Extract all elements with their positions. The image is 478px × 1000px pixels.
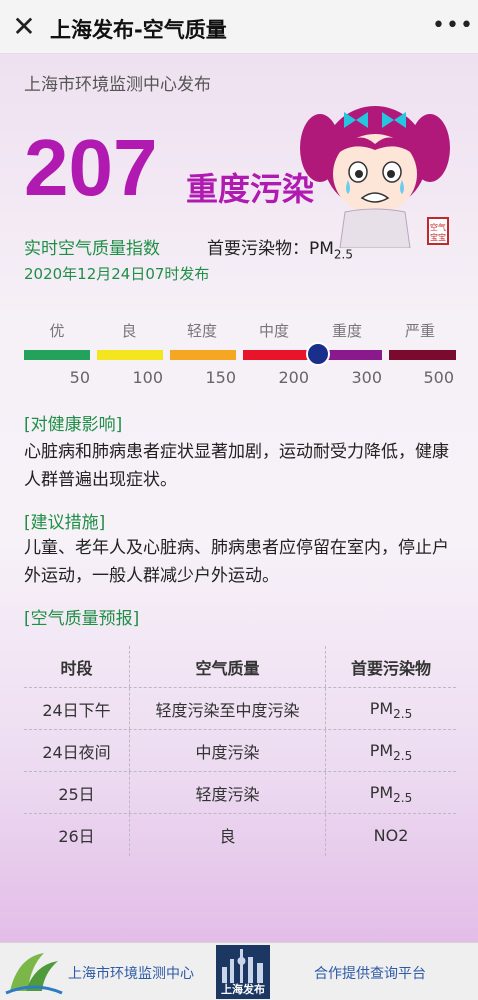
monitoring-center-logo — [5, 953, 63, 995]
pollutant-sub: 2.5 — [393, 748, 413, 763]
scale-segment — [97, 350, 163, 360]
pollutant-sub: 2.5 — [393, 706, 413, 721]
scale-number: 150 — [205, 368, 236, 387]
skyline-icon — [222, 949, 263, 983]
quality-cell: 中度污染 — [130, 730, 326, 771]
table-row: 24日下午 轻度污染至中度污染 PM 2.5 — [24, 688, 456, 730]
aqi-scale-labels: 优 良 轻度 中度 重度 严重 — [24, 320, 456, 344]
scale-label: 良 — [121, 322, 137, 340]
footer-org-name: 上海市环境监测中心 — [68, 966, 194, 982]
quality-cell: 轻度污染至中度污染 — [130, 688, 326, 729]
quality-cell: 轻度污染 — [130, 772, 326, 813]
aqi-level: 重度污染 — [186, 170, 315, 208]
scale-label: 重度 — [331, 322, 362, 340]
table-row: 25日 轻度污染 PM 2.5 — [24, 772, 456, 814]
primary-pollutant-sub: 2.5 — [333, 247, 354, 262]
advice-text: 儿童、老年人及心脏病、肺病患者应停留在室内，停止户外运动，一般人群减少户外运动。 — [24, 538, 449, 586]
scale-number: 50 — [69, 368, 90, 387]
footer-brand-label: 上海发布 — [221, 983, 265, 996]
footer-bar: 上海市环境监测中心 上海发布 合作提供查询平台 — [0, 942, 478, 1000]
forecast-table: 时段 空气质量 首要污染物 24日下午 轻度污染至中度污染 PM 2.5 24日夜… — [24, 646, 456, 856]
realtime-aqi-label: 实时空气质量指数 — [24, 239, 160, 259]
column-header: 空气质量 — [130, 646, 326, 687]
source-line: 上海市环境监测中心发布 — [24, 75, 211, 95]
publish-time: 2020年12月24日07时发布 — [24, 265, 210, 283]
column-header: 时段 — [24, 646, 130, 687]
top-bar: ✕ 上海发布-空气质量 ••• — [0, 0, 478, 54]
air-quality-content: 上海市环境监测中心发布 207 重度污染 空气 宝宝 实时空气质量指数 首要污染 — [0, 54, 478, 942]
more-icon[interactable]: ••• — [432, 12, 473, 40]
pollutant-sub: 2.5 — [393, 790, 413, 805]
scale-number: 500 — [423, 368, 454, 387]
scale-segment — [170, 350, 236, 360]
partner-platform-link[interactable]: 合作提供查询平台 — [314, 963, 426, 983]
aqi-scale-bar — [24, 350, 456, 360]
period-cell: 24日夜间 — [24, 730, 130, 771]
pollutant-name: PM — [369, 741, 394, 760]
shanghai-release-logo[interactable]: 上海发布 — [216, 945, 270, 999]
health-impact-title: [对健康影响] — [24, 415, 123, 435]
scale-label: 中度 — [258, 322, 289, 340]
page-title: 上海发布-空气质量 — [50, 18, 227, 42]
pollutant-cell: PM 2.5 — [326, 688, 456, 729]
svg-text:空气: 空气 — [430, 222, 446, 232]
pollutant-name: PM — [369, 699, 394, 718]
pollutant-name: NO2 — [373, 825, 409, 845]
mascot-image: 空气 宝宝 — [300, 106, 450, 248]
pollutant-cell: PM 2.5 — [326, 772, 456, 813]
close-icon[interactable]: ✕ — [10, 13, 38, 41]
aqi-value: 207 — [24, 123, 158, 212]
scale-number: 100 — [132, 368, 163, 387]
column-header: 首要污染物 — [350, 658, 431, 678]
scale-segment — [243, 350, 309, 360]
scale-label: 轻度 — [186, 322, 217, 340]
scale-segment — [389, 350, 456, 360]
scale-number: 300 — [351, 368, 382, 387]
quality-cell: 良 — [130, 814, 326, 856]
table-row: 26日 良 NO2 — [24, 814, 456, 856]
table-header-row: 时段 空气质量 首要污染物 — [24, 646, 456, 688]
health-impact-text: 心脏病和肺病患者症状显著加剧，运动耐受力降低，健康人群普遍出现症状。 — [24, 442, 449, 490]
aqi-scale-numbers: 50 100 150 200 300 500 — [24, 368, 456, 392]
period-cell: 26日 — [24, 814, 130, 856]
forecast-title: [空气质量预报] — [24, 609, 140, 629]
svg-text:宝宝: 宝宝 — [430, 232, 446, 242]
primary-pollutant-label: 首要污染物：PM — [207, 239, 334, 259]
scale-label: 优 — [49, 322, 65, 340]
primary-pollutant: 首要污染物：PM2.5 — [207, 234, 353, 261]
period-cell: 25日 — [24, 772, 130, 813]
table-row: 24日夜间 中度污染 PM 2.5 — [24, 730, 456, 772]
pollutant-cell: NO2 — [326, 814, 456, 856]
scale-segment — [24, 350, 90, 360]
advice-title: [建议措施] — [24, 513, 106, 533]
period-cell: 24日下午 — [24, 688, 130, 729]
pollutant-name: PM — [369, 783, 394, 802]
scale-number: 200 — [278, 368, 309, 387]
aqi-marker — [306, 342, 331, 366]
scale-label: 严重 — [404, 322, 435, 340]
pollutant-cell: PM 2.5 — [326, 730, 456, 771]
